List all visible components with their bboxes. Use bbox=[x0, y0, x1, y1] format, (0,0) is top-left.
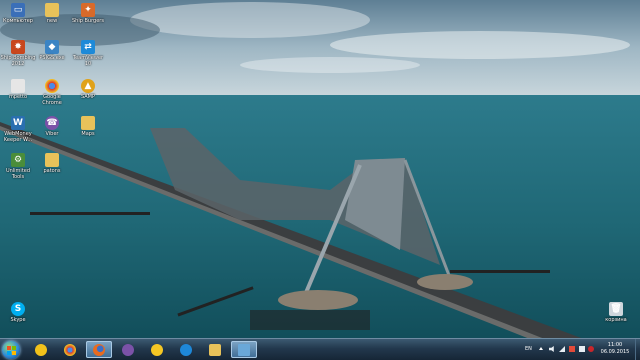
document-icon bbox=[11, 79, 25, 93]
internet-explorer-icon bbox=[180, 343, 192, 356]
taskbar: EN 11:00 06.09.2015 bbox=[0, 338, 640, 360]
teamviewer-icon: ⇄ bbox=[81, 40, 95, 54]
desktop-icon-webmoney[interactable]: W WebMoney Keeper W... bbox=[0, 116, 36, 143]
desktop-icon-ship-burgers[interactable]: ✦ Ship Burgers bbox=[70, 3, 106, 24]
desktop-icon-label: Компьютер bbox=[3, 18, 33, 24]
desktop-icon-viber[interactable]: ☎ Viber bbox=[34, 116, 70, 137]
desktop-icon-teamviewer[interactable]: ⇄ TeamViewer 10 bbox=[70, 40, 106, 67]
monitor-icon bbox=[238, 343, 250, 356]
desktop-icon-label: Viber bbox=[45, 131, 59, 137]
desktop-icon-label: WebMoney Keeper W... bbox=[3, 131, 33, 143]
messenger-icon bbox=[35, 343, 47, 356]
skype-icon: S bbox=[11, 302, 25, 316]
desktop-icon-label: Google Chrome bbox=[42, 94, 62, 106]
tray-app-icon[interactable] bbox=[588, 346, 594, 352]
samp-icon: ▲ bbox=[81, 79, 95, 93]
smiley-taskbar-button[interactable] bbox=[144, 341, 170, 358]
battery-icon[interactable] bbox=[579, 346, 585, 352]
folder-icon bbox=[209, 343, 221, 356]
viber-taskbar-button[interactable] bbox=[115, 341, 141, 358]
desktop-icon-psigs[interactable]: ◆ PSIGS.exe bbox=[34, 40, 70, 61]
firefox-taskbar-button[interactable] bbox=[86, 341, 112, 358]
folder-icon bbox=[81, 116, 95, 130]
windows-logo-pane bbox=[12, 346, 16, 350]
desktop-icon-recycle-bin[interactable]: 🗑 корзина bbox=[598, 302, 634, 323]
desktop-icon-maps[interactable]: Maps bbox=[70, 116, 106, 137]
ie-taskbar-button[interactable] bbox=[173, 341, 199, 358]
windows-logo-pane bbox=[7, 351, 11, 355]
volume-icon[interactable] bbox=[549, 346, 554, 352]
desktop-icon-mpetto[interactable]: mpetto bbox=[0, 79, 36, 100]
desktop-icon-label: SAMP bbox=[80, 94, 96, 100]
clock-date: 06.09.2015 bbox=[600, 349, 630, 355]
desktop-icon-samp[interactable]: ▲ SAMP bbox=[70, 79, 106, 100]
desktop-icon-label: new bbox=[46, 18, 58, 24]
messenger-taskbar-button[interactable] bbox=[28, 341, 54, 358]
desktop-app-taskbar-button[interactable] bbox=[231, 341, 257, 358]
desktop-icon-label: TeamViewer 10 bbox=[72, 55, 104, 67]
game-icon: ✸ bbox=[11, 40, 25, 54]
windows-logo-pane bbox=[12, 351, 16, 355]
desktop-icon-patons[interactable]: patons bbox=[34, 153, 70, 174]
language-indicator[interactable]: EN bbox=[525, 346, 532, 352]
desktop-icon-label: корзина bbox=[605, 317, 627, 323]
network-icon[interactable] bbox=[559, 346, 565, 352]
desktop-icon-label: Ship Burgers bbox=[72, 18, 104, 24]
game-icon: ✦ bbox=[81, 3, 95, 17]
windows-logo-icon bbox=[7, 346, 11, 350]
desktop-icon-new-folder[interactable]: new bbox=[34, 3, 70, 24]
desktop-icon-unlimited-tools[interactable]: ⚙ Unlimited Tools bbox=[0, 153, 36, 180]
recycle-bin-icon: 🗑 bbox=[609, 302, 623, 316]
show-hidden-icons-icon[interactable] bbox=[539, 347, 543, 350]
desktop-icon-label: mpetto bbox=[8, 94, 28, 100]
viber-icon bbox=[122, 343, 134, 356]
desktop-icon-label: PSIGS.exe bbox=[39, 55, 65, 61]
firefox-icon bbox=[93, 343, 105, 356]
viber-icon: ☎ bbox=[45, 116, 59, 130]
start-button[interactable] bbox=[2, 341, 20, 359]
system-tray: EN 11:00 06.09.2015 bbox=[525, 339, 640, 360]
desktop-icon-label: Skype bbox=[10, 317, 26, 323]
clock[interactable]: 11:00 06.09.2015 bbox=[597, 342, 633, 356]
desktop-icon-label: Unlimited Tools bbox=[5, 168, 31, 180]
app-icon: ◆ bbox=[45, 40, 59, 54]
action-center-flag-icon[interactable] bbox=[569, 346, 575, 352]
desktop-icon-ship-bombing[interactable]: ✸ Ship Bombing 2012 bbox=[0, 40, 36, 67]
explorer-taskbar-button[interactable] bbox=[202, 341, 228, 358]
chrome-icon bbox=[64, 343, 76, 356]
folder-icon bbox=[45, 153, 59, 167]
show-desktop-button[interactable] bbox=[635, 339, 640, 360]
webmoney-icon: W bbox=[11, 116, 25, 130]
desktop-icon-skype[interactable]: S Skype bbox=[0, 302, 36, 323]
folder-icon bbox=[45, 3, 59, 17]
computer-icon: ▭ bbox=[11, 3, 25, 17]
desktop-icon-computer[interactable]: ▭ Компьютер bbox=[0, 3, 36, 24]
smiley-icon bbox=[151, 343, 163, 356]
clock-time: 11:00 bbox=[607, 342, 623, 348]
desktop-icon-chrome[interactable]: Google Chrome bbox=[34, 79, 70, 106]
desktop-icon-label: Ship Bombing 2012 bbox=[0, 55, 36, 67]
tools-icon: ⚙ bbox=[11, 153, 25, 167]
desktop-icon-label: Maps bbox=[81, 131, 95, 137]
chrome-icon bbox=[45, 79, 59, 93]
chrome-taskbar-button[interactable] bbox=[57, 341, 83, 358]
desktop-icon-label: patons bbox=[43, 168, 61, 174]
